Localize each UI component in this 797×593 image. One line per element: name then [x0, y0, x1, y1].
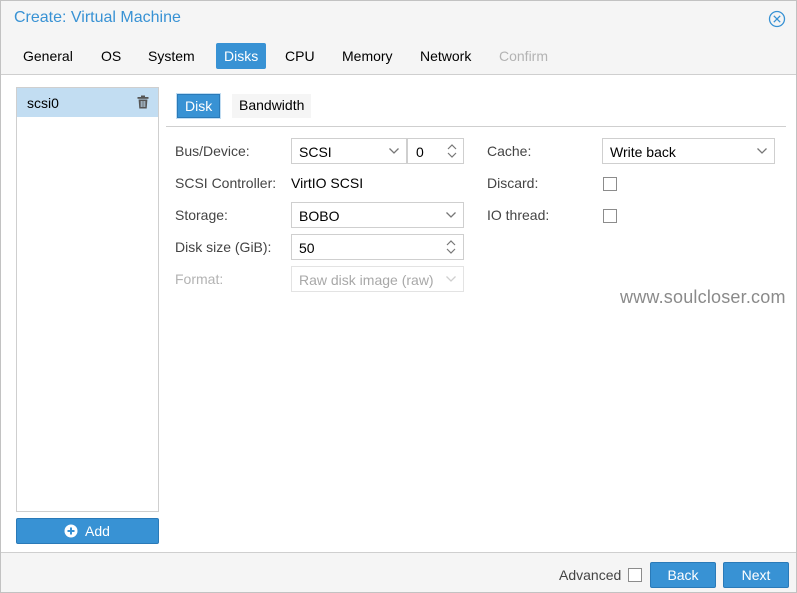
subtab-disk[interactable]: Disk: [177, 94, 221, 118]
title-bar: Create: Virtual Machine: [1, 1, 796, 37]
format-value: Raw disk image (raw): [299, 272, 434, 288]
storage-label: Storage:: [175, 207, 228, 223]
disk-size-label: Disk size (GiB):: [175, 239, 272, 255]
back-button[interactable]: Back: [650, 562, 716, 588]
advanced-label: Advanced: [559, 567, 622, 583]
cache-select[interactable]: Write back: [602, 138, 775, 164]
device-number-spinner[interactable]: 0: [407, 138, 464, 164]
format-label: Format:: [175, 271, 224, 287]
device-number-value: 0: [416, 144, 424, 160]
plus-circle-icon: [64, 524, 78, 538]
window-title: Create: Virtual Machine: [14, 9, 181, 26]
cache-value: Write back: [610, 144, 676, 160]
tab-system[interactable]: System: [140, 43, 203, 69]
bus-value: SCSI: [299, 144, 332, 160]
subtab-bandwidth[interactable]: Bandwidth: [232, 94, 312, 118]
bus-select[interactable]: SCSI: [291, 138, 407, 164]
disk-size-spinner[interactable]: 50: [291, 234, 464, 260]
disk-list: scsi0: [16, 87, 159, 512]
advanced-checkbox[interactable]: [628, 568, 642, 582]
tab-disks[interactable]: Disks: [216, 43, 267, 69]
bus-device-label: Bus/Device:: [175, 143, 250, 159]
add-disk-button[interactable]: Add: [16, 518, 159, 544]
discard-checkbox[interactable]: [603, 177, 617, 191]
disk-list-item[interactable]: scsi0: [17, 88, 158, 117]
tab-os[interactable]: OS: [93, 43, 129, 69]
close-icon[interactable]: [768, 10, 786, 28]
io-thread-checkbox[interactable]: [603, 209, 617, 223]
cache-label: Cache:: [487, 143, 532, 159]
disk-size-value: 50: [299, 240, 315, 256]
next-button[interactable]: Next: [723, 562, 789, 588]
create-vm-window: Create: Virtual Machine General OS Syste…: [0, 0, 797, 593]
discard-label: Discard:: [487, 175, 539, 191]
spinner-arrows-icon[interactable]: [446, 142, 458, 160]
footer-toolbar: Advanced Back Next: [1, 552, 796, 592]
trash-icon[interactable]: [137, 95, 149, 109]
storage-select[interactable]: BOBO: [291, 202, 464, 228]
scsi-controller-value: VirtIO SCSI: [291, 175, 364, 191]
storage-value: BOBO: [299, 208, 340, 224]
chevron-down-icon: [757, 148, 767, 154]
tab-cpu[interactable]: CPU: [277, 43, 323, 69]
tab-confirm: Confirm: [499, 48, 549, 64]
tab-network[interactable]: Network: [412, 43, 479, 69]
subtab-divider: [166, 126, 786, 127]
watermark-text: www.soulcloser.com: [620, 287, 786, 307]
io-thread-label: IO thread:: [487, 207, 550, 223]
chevron-down-icon: [446, 276, 456, 282]
add-button-label: Add: [85, 523, 110, 539]
spinner-arrows-icon[interactable]: [445, 238, 457, 256]
tab-memory[interactable]: Memory: [334, 43, 401, 69]
format-select: Raw disk image (raw): [291, 266, 464, 292]
scsi-controller-label: SCSI Controller:: [175, 175, 277, 191]
tab-general[interactable]: General: [15, 43, 81, 69]
chevron-down-icon: [389, 148, 399, 154]
disk-item-label: scsi0: [27, 95, 59, 111]
chevron-down-icon: [446, 212, 456, 218]
wizard-tabs: General OS System Disks CPU Memory Netwo…: [1, 37, 796, 75]
